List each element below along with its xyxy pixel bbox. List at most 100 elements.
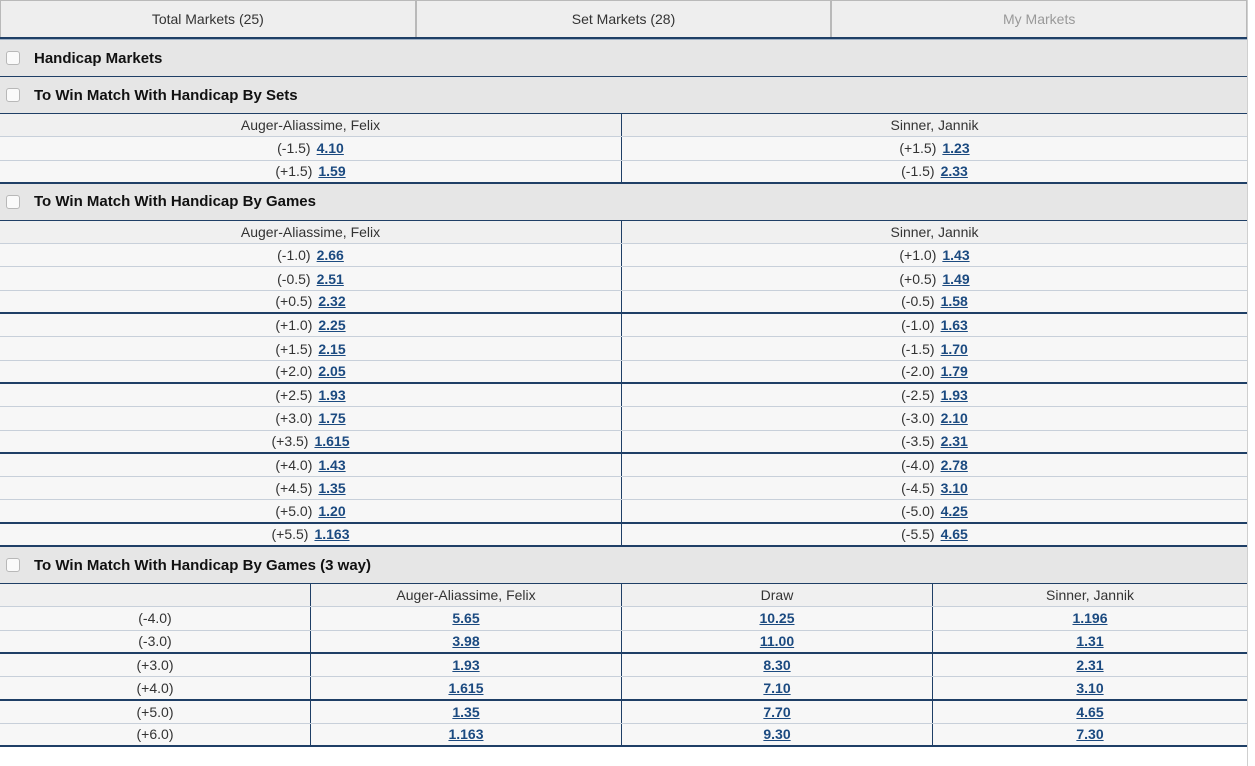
handicap-value: (-3.0) (901, 410, 935, 427)
player2-odds-link[interactable]: 1.58 (941, 293, 968, 309)
player1-odds-cell: (+2.5) 1.93 (0, 383, 622, 407)
handicap-value: (-3.5) (901, 433, 935, 450)
tab-my-markets[interactable]: My Markets (831, 0, 1248, 37)
player2-odds-cell: (+1.5) 1.23 (622, 137, 1247, 159)
handicap-value: (+2.0) (275, 363, 313, 380)
player2-odds-link[interactable]: 7.30 (1076, 726, 1103, 742)
tab-set-markets[interactable]: Set Markets (28) (415, 0, 832, 37)
player1-odds-cell: (-1.0) 2.66 (0, 244, 622, 267)
player1-odds-link[interactable]: 1.615 (448, 680, 483, 696)
player2-odds-link[interactable]: 2.31 (1076, 657, 1103, 673)
player1-odds-cell: 1.615 (311, 677, 622, 699)
player1-odds-link[interactable]: 1.20 (318, 503, 345, 519)
table-row: (-1.0) 2.66 (+1.0) 1.43 (0, 244, 1247, 268)
sets-market-column-header: Auger-Aliassime, Felix Sinner, Jannik (0, 114, 1247, 138)
player2-odds-cell: (-4.5) 3.10 (622, 477, 1247, 499)
draw-odds-link[interactable]: 11.00 (760, 633, 794, 649)
player1-odds-link[interactable]: 5.65 (452, 610, 479, 626)
handicap-value: (+1.5) (275, 163, 313, 180)
player2-odds-link[interactable]: 1.70 (941, 341, 968, 357)
handicap-value: (+5.0) (275, 503, 313, 520)
threeway-market-title: To Win Match With Handicap By Games (3 w… (34, 556, 372, 574)
table-row: (+1.5) 1.59 (-1.5) 2.33 (0, 160, 1247, 184)
threeway-market-rows: (-4.0) 5.65 10.25 1.196 (-3.0) 3.98 11.00 1.31(… (0, 607, 1247, 748)
sets-market-header: To Win Match With Handicap By Sets (0, 77, 1247, 114)
player1-odds-cell: (+5.0) 1.20 (0, 500, 622, 522)
player1-odds-link[interactable]: 1.35 (318, 480, 345, 496)
games-market-checkbox[interactable] (6, 194, 20, 209)
player1-odds-link[interactable]: 1.93 (452, 657, 479, 673)
player1-odds-link[interactable]: 1.93 (318, 387, 345, 403)
player1-odds-link[interactable]: 2.51 (317, 271, 344, 287)
table-row: (+1.0) 2.25 (-1.0) 1.63 (0, 314, 1247, 338)
player2-column-header: Sinner, Jannik (1046, 587, 1134, 604)
player2-odds-link[interactable]: 3.10 (941, 480, 968, 496)
player2-odds-link[interactable]: 4.65 (1076, 704, 1103, 720)
player2-odds-link[interactable]: 1.93 (941, 387, 968, 403)
player1-odds-link[interactable]: 2.15 (318, 341, 345, 357)
threeway-market-checkbox[interactable] (6, 558, 20, 573)
handicap-value: (-2.5) (901, 387, 935, 404)
player2-column-header: Sinner, Jannik (890, 224, 979, 241)
player1-odds-link[interactable]: 1.75 (318, 410, 345, 426)
player2-odds-link[interactable]: 1.49 (942, 271, 969, 287)
player2-odds-link[interactable]: 1.79 (941, 363, 968, 379)
player1-odds-link[interactable]: 4.10 (317, 140, 344, 156)
player1-odds-link[interactable]: 1.59 (318, 163, 345, 179)
player1-odds-cell: (+1.5) 2.15 (0, 337, 622, 360)
player1-odds-link[interactable]: 1.35 (452, 704, 479, 720)
table-row: (+3.0) 1.93 8.30 2.31 (0, 653, 1247, 678)
player1-odds-link[interactable]: 1.43 (318, 457, 345, 473)
player2-odds-cell: (-1.5) 1.70 (622, 337, 1247, 359)
draw-odds-link[interactable]: 10.25 (759, 610, 794, 626)
handicap-column-header (0, 584, 311, 607)
player1-odds-cell: 5.65 (311, 607, 622, 630)
player1-odds-link[interactable]: 1.163 (448, 726, 483, 742)
table-row: (+2.5) 1.93 (-2.5) 1.93 (0, 383, 1247, 408)
player2-odds-link[interactable]: 2.10 (941, 410, 968, 426)
player2-odds-link[interactable]: 2.78 (941, 457, 968, 473)
player2-odds-cell: (-5.0) 4.25 (622, 500, 1247, 521)
player2-odds-link[interactable]: 3.10 (1076, 680, 1103, 696)
handicap-markets-checkbox[interactable] (6, 51, 20, 65)
player2-odds-link[interactable]: 1.31 (1076, 633, 1103, 649)
player2-odds-link[interactable]: 1.63 (941, 317, 968, 333)
draw-odds-cell: 10.25 (622, 607, 933, 630)
table-row: (+4.0) 1.615 7.10 3.10 (0, 677, 1247, 701)
handicap-value: (+3.0) (275, 410, 313, 427)
tab-total-markets[interactable]: Total Markets (25) (0, 0, 416, 37)
handicap-value: (-0.5) (277, 270, 311, 287)
handicap-cell: (+4.0) (0, 677, 311, 699)
player2-odds-link[interactable]: 4.65 (941, 526, 968, 542)
draw-odds-link[interactable]: 8.30 (763, 657, 790, 673)
player1-odds-link[interactable]: 2.32 (318, 293, 345, 309)
player2-odds-link[interactable]: 2.33 (941, 163, 968, 179)
player1-odds-link[interactable]: 1.163 (314, 526, 349, 542)
player2-odds-link[interactable]: 1.196 (1072, 610, 1107, 626)
sets-market-checkbox[interactable] (6, 88, 20, 102)
player1-odds-link[interactable]: 2.25 (318, 317, 345, 333)
player1-odds-link[interactable]: 2.66 (317, 247, 344, 263)
draw-odds-link[interactable]: 7.10 (763, 680, 790, 696)
draw-odds-link[interactable]: 9.30 (763, 726, 790, 742)
table-row: (+5.0) 1.35 7.70 4.65 (0, 700, 1247, 724)
player1-odds-cell: 3.98 (311, 630, 622, 652)
player2-odds-cell: (-5.5) 4.65 (622, 524, 1247, 545)
player2-odds-link[interactable]: 1.43 (942, 247, 969, 263)
player2-odds-cell: 2.31 (933, 654, 1247, 676)
player1-odds-link[interactable]: 1.615 (314, 433, 349, 449)
player2-odds-link[interactable]: 2.31 (941, 433, 968, 449)
player2-odds-cell: 4.65 (933, 701, 1247, 723)
player1-odds-cell: (+1.5) 1.59 (0, 160, 622, 182)
table-row: (+5.0) 1.20 (-5.0) 4.25 (0, 500, 1247, 524)
table-row: (+6.0) 1.163 9.30 7.30 (0, 723, 1247, 748)
table-row: (-3.0) 3.98 11.00 1.31 (0, 630, 1247, 654)
player1-odds-link[interactable]: 3.98 (452, 633, 479, 649)
draw-odds-link[interactable]: 7.70 (763, 704, 790, 720)
player1-odds-link[interactable]: 2.05 (318, 363, 345, 379)
player2-odds-link[interactable]: 1.23 (942, 140, 969, 156)
player2-odds-cell: (-2.5) 1.93 (622, 384, 1247, 406)
player2-odds-link[interactable]: 4.25 (941, 503, 968, 519)
markets-panel: Total Markets (25) Set Markets (28) My M… (0, 0, 1248, 748)
player1-odds-cell: 1.163 (311, 723, 622, 746)
